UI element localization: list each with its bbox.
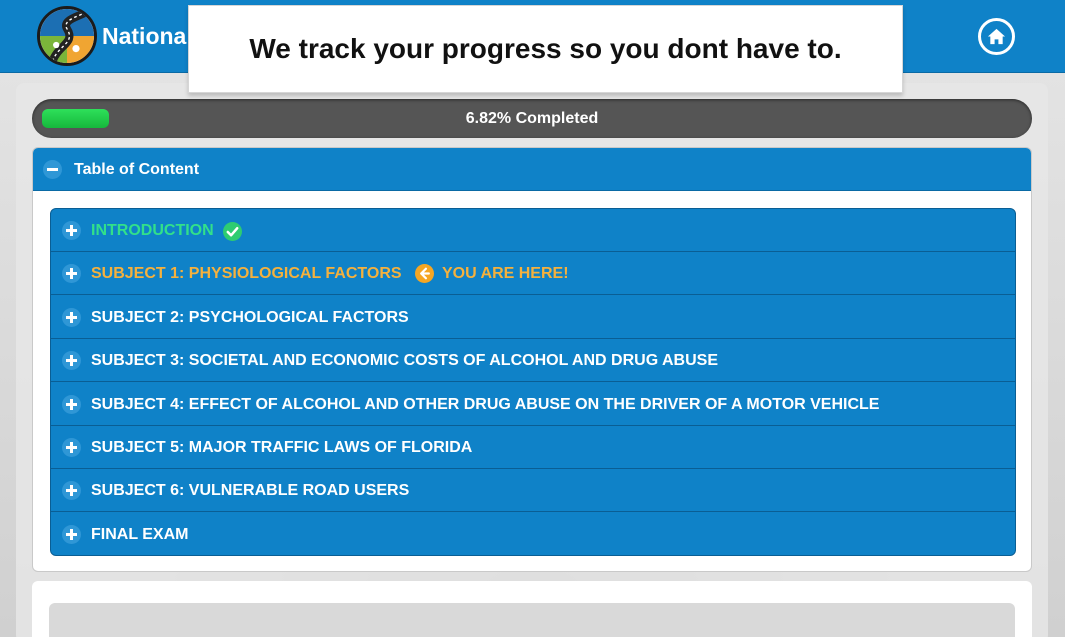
toc-item-label[interactable]: SUBJECT 5: MAJOR TRAFFIC LAWS OF FLORIDA (91, 426, 472, 469)
course-progress-bar: 6.82% Completed (32, 99, 1032, 138)
you-are-here-label: YOU ARE HERE! (442, 265, 569, 283)
expand-plus-icon[interactable] (62, 481, 81, 501)
collapse-icon[interactable] (43, 160, 62, 179)
expand-plus-icon[interactable] (62, 438, 81, 457)
banner-text: We track your progress so you dont have … (249, 33, 842, 64)
toc-item-label[interactable]: SUBJECT 4: EFFECT OF ALCOHOL AND OTHER D… (91, 383, 879, 426)
expand-plus-icon[interactable] (62, 351, 81, 371)
toc-item[interactable]: SUBJECT 5: MAJOR TRAFFIC LAWS OF FLORIDA (51, 426, 1015, 469)
road-logo-icon[interactable] (37, 6, 97, 66)
lesson-content-placeholder (49, 603, 1015, 637)
toc-item[interactable]: FINAL EXAM (51, 513, 1015, 555)
expand-plus-icon[interactable] (62, 221, 81, 240)
toc-item-label[interactable]: SUBJECT 2: PSYCHOLOGICAL FACTORS (91, 296, 409, 339)
progress-label: 6.82% Completed (465, 110, 599, 127)
toc-item-label[interactable]: SUBJECT 1: PHYSIOLOGICAL FACTORS (91, 252, 402, 295)
toc-title: Table of Content (74, 161, 200, 178)
toc-header[interactable]: Table of Content (33, 148, 1031, 191)
toc-item-label[interactable]: SUBJECT 6: VULNERABLE ROAD USERS (91, 469, 409, 512)
toc-item[interactable]: SUBJECT 3: SOCIETAL AND ECONOMIC COSTS O… (51, 339, 1015, 383)
toc-list: INTRODUCTION SUBJECT 1: PHYSIOLOGICAL FAC… (50, 208, 1016, 556)
completed-check-icon (223, 222, 242, 241)
toc-item[interactable]: INTRODUCTION (51, 209, 1015, 252)
expand-plus-icon[interactable] (62, 307, 81, 327)
toc-item[interactable]: SUBJECT 1: PHYSIOLOGICAL FACTORS YOU ARE … (51, 252, 1015, 296)
progress-tracking-banner: We track your progress so you dont have … (188, 5, 903, 93)
lesson-content-card (32, 581, 1032, 637)
you-are-here-arrow-icon (415, 264, 434, 284)
toc-item-label[interactable]: SUBJECT 3: SOCIETAL AND ECONOMIC COSTS O… (91, 339, 718, 382)
expand-plus-icon[interactable] (62, 394, 81, 414)
toc-item[interactable]: SUBJECT 4: EFFECT OF ALCOHOL AND OTHER D… (51, 383, 1015, 426)
brand-name: Nationa (102, 23, 187, 49)
home-button[interactable] (978, 18, 1015, 55)
toc-item-label[interactable]: INTRODUCTION (91, 209, 214, 252)
toc-item[interactable]: SUBJECT 2: PSYCHOLOGICAL FACTORS (51, 296, 1015, 339)
home-icon (987, 28, 1006, 45)
toc-item-label[interactable]: FINAL EXAM (91, 513, 188, 555)
expand-plus-icon[interactable] (62, 264, 81, 284)
expand-plus-icon[interactable] (62, 524, 81, 544)
toc-item[interactable]: SUBJECT 6: VULNERABLE ROAD USERS (51, 469, 1015, 513)
table-of-content-card: Table of Content INTRODUCTION SUBJECT 1: … (32, 147, 1032, 572)
